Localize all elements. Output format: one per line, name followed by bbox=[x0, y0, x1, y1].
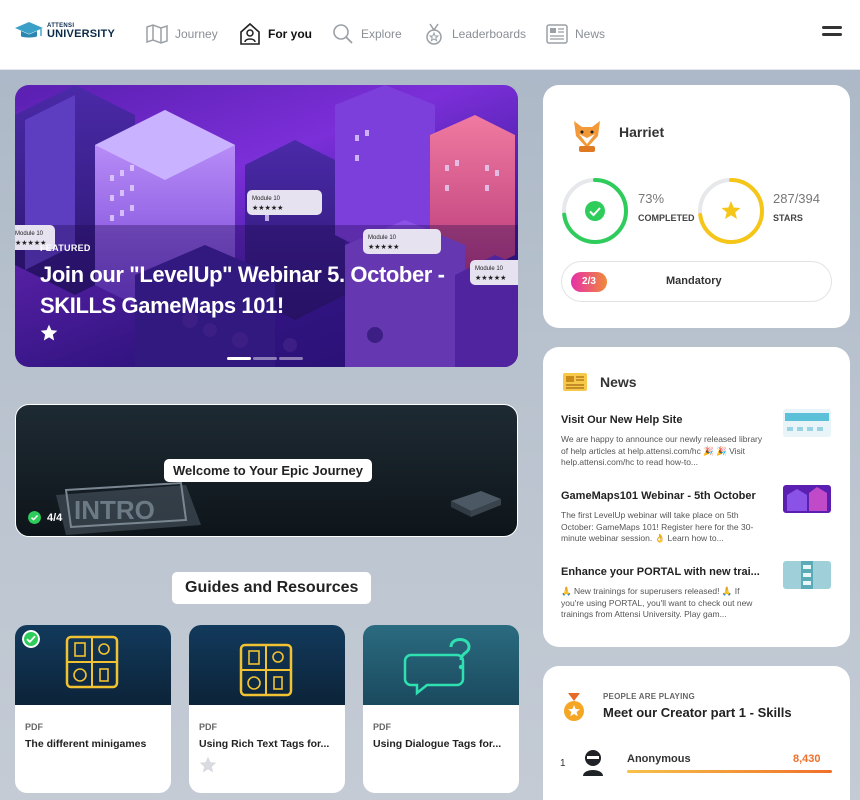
featured-banner[interactable]: Module 10 ★★★★★ Module 10 ★★★★★ Module 1… bbox=[15, 85, 518, 367]
profile-card: Harriet 73% COMPLETED 287/394 STARS 2/3 … bbox=[543, 85, 850, 328]
leaderboard-card[interactable]: PEOPLE ARE PLAYING Meet our Creator part… bbox=[543, 666, 850, 800]
nav-news[interactable]: News bbox=[545, 20, 605, 48]
newspaper-icon bbox=[563, 373, 587, 391]
leaderboard-player-name: Anonymous bbox=[627, 753, 691, 765]
intro-3d-sign: INTRO bbox=[56, 481, 201, 535]
mandatory-count-badge: 2/3 bbox=[571, 272, 607, 292]
guides-section-title: Guides and Resources bbox=[172, 572, 372, 604]
news-item-title: Enhance your PORTAL with new trai... bbox=[561, 566, 760, 578]
minigames-grid-icon bbox=[239, 643, 293, 697]
resource-type: PDF bbox=[373, 722, 391, 732]
menu-line bbox=[822, 33, 842, 36]
completed-check-icon bbox=[22, 630, 40, 648]
favorite-star-icon[interactable] bbox=[198, 755, 218, 775]
resource-name: The different minigames bbox=[25, 738, 147, 750]
logo-big-text: UNIVERSITY bbox=[47, 27, 116, 40]
menu-line bbox=[822, 26, 842, 29]
news-item-body: 🙏 New trainings for superusers released!… bbox=[561, 586, 753, 619]
nav-news-label: News bbox=[575, 27, 606, 41]
intro-journey-card[interactable]: INTRO Welcome to Your Epic Journey 4/4 bbox=[15, 404, 518, 537]
house-person-icon bbox=[240, 22, 260, 45]
mandatory-button[interactable]: 2/3 Mandatory bbox=[561, 261, 832, 302]
intro-sign-text: INTRO bbox=[74, 495, 155, 525]
intro-progress: 4/4 bbox=[28, 511, 62, 524]
search-icon bbox=[333, 24, 353, 44]
newspaper-icon bbox=[546, 24, 568, 44]
resource-card[interactable]: PDF Using Rich Text Tags for... bbox=[189, 625, 345, 793]
isometric-city-illustration: Module 10 ★★★★★ Module 10 ★★★★★ Module 1… bbox=[15, 85, 518, 367]
intro-journey-title: Welcome to Your Epic Journey bbox=[164, 459, 372, 482]
user-name: Harriet bbox=[619, 124, 665, 140]
webinar-thumbnail bbox=[783, 485, 831, 513]
medal-icon bbox=[426, 23, 442, 45]
nav-for-you[interactable]: For you bbox=[238, 20, 312, 48]
speech-bubble-question-icon bbox=[403, 638, 471, 696]
top-bar: ATTENSI UNIVERSITY Journey For you Explo… bbox=[0, 0, 860, 70]
intro-progress-text: 4/4 bbox=[47, 511, 63, 524]
leaderboard-subtitle: PEOPLE ARE PLAYING bbox=[603, 692, 695, 701]
nav-for-you-label: For you bbox=[268, 27, 312, 41]
dialogue-thumbnail bbox=[363, 625, 519, 705]
module-tag-stars: ★★★★★ bbox=[368, 243, 399, 251]
news-item[interactable]: Visit Our New Help Site We are happy to … bbox=[561, 409, 841, 468]
attensi-university-logo[interactable]: ATTENSI UNIVERSITY bbox=[14, 20, 115, 42]
book-illustration bbox=[451, 491, 501, 517]
check-circle-icon bbox=[28, 511, 41, 524]
nav-leaderboards[interactable]: Leaderboards bbox=[422, 20, 526, 48]
carousel-dot[interactable] bbox=[279, 357, 303, 360]
news-item-title: GameMaps101 Webinar - 5th October bbox=[561, 490, 756, 502]
hamburger-menu-icon[interactable] bbox=[822, 26, 842, 40]
nav-leaderboards-label: Leaderboards bbox=[452, 27, 527, 41]
carousel-indicator[interactable] bbox=[227, 357, 303, 360]
stars-progress-ring bbox=[698, 178, 764, 244]
nav-journey[interactable]: Journey bbox=[145, 20, 218, 48]
news-item[interactable]: Enhance your PORTAL with new trai... 🙏 N… bbox=[561, 561, 841, 620]
resource-card[interactable]: PDF The different minigames bbox=[15, 625, 171, 793]
carousel-dot[interactable] bbox=[227, 357, 251, 360]
featured-tag: FEATURED bbox=[40, 243, 91, 253]
news-item-body: We are happy to announce our newly relea… bbox=[561, 434, 763, 467]
resource-card[interactable]: PDF Using Dialogue Tags for... bbox=[363, 625, 519, 793]
graduation-cap-icon bbox=[15, 22, 43, 38]
resource-name: Using Rich Text Tags for... bbox=[199, 738, 330, 750]
news-item-title: Visit Our New Help Site bbox=[561, 414, 683, 426]
module-tag-label: Module 10 bbox=[252, 196, 281, 202]
module-tag-stars: ★★★★★ bbox=[252, 204, 283, 212]
featured-title[interactable]: Join our "LevelUp" Webinar 5. October - … bbox=[40, 259, 480, 321]
module-tag-label: Module 10 bbox=[15, 231, 44, 237]
medal-icon bbox=[564, 693, 584, 721]
news-card: News Visit Our New Help Site We are happ… bbox=[543, 347, 850, 647]
resource-type: PDF bbox=[199, 722, 217, 732]
nav-explore-label: Explore bbox=[361, 27, 402, 41]
news-item-body: The first LevelUp webinar will take plac… bbox=[561, 510, 754, 543]
leaderboard-score-bar bbox=[627, 770, 832, 773]
resource-type: PDF bbox=[25, 722, 43, 732]
anonymous-avatar-icon bbox=[583, 750, 603, 776]
help-site-thumbnail bbox=[783, 409, 831, 437]
completed-label: COMPLETED bbox=[638, 213, 695, 223]
stars-label: STARS bbox=[773, 213, 803, 223]
nav-explore[interactable]: Explore bbox=[331, 20, 402, 48]
carousel-dot[interactable] bbox=[253, 357, 277, 360]
portal-thumbnail bbox=[783, 561, 831, 589]
module-tag-label: Module 10 bbox=[368, 235, 397, 241]
resource-name: Using Dialogue Tags for... bbox=[373, 738, 502, 750]
fox-avatar-icon[interactable] bbox=[571, 118, 603, 152]
leaderboard-player-score: 8,430 bbox=[793, 753, 821, 765]
rich-text-thumbnail bbox=[189, 625, 345, 705]
completed-value: 73% bbox=[638, 191, 665, 206]
news-item[interactable]: GameMaps101 Webinar - 5th October The fi… bbox=[561, 485, 841, 544]
map-icon bbox=[146, 24, 168, 44]
minigames-thumbnail bbox=[15, 625, 171, 705]
news-title: News bbox=[600, 374, 637, 390]
completion-progress-ring bbox=[562, 178, 628, 244]
favorite-star-icon[interactable] bbox=[39, 323, 59, 343]
nav-journey-label: Journey bbox=[175, 27, 218, 41]
leaderboard-title: Meet our Creator part 1 - Skills bbox=[603, 705, 792, 720]
leaderboard-rank: 1 bbox=[560, 758, 566, 769]
stars-value: 287/394 bbox=[773, 191, 820, 206]
star-icon bbox=[721, 201, 741, 219]
mandatory-label: Mandatory bbox=[666, 275, 722, 287]
